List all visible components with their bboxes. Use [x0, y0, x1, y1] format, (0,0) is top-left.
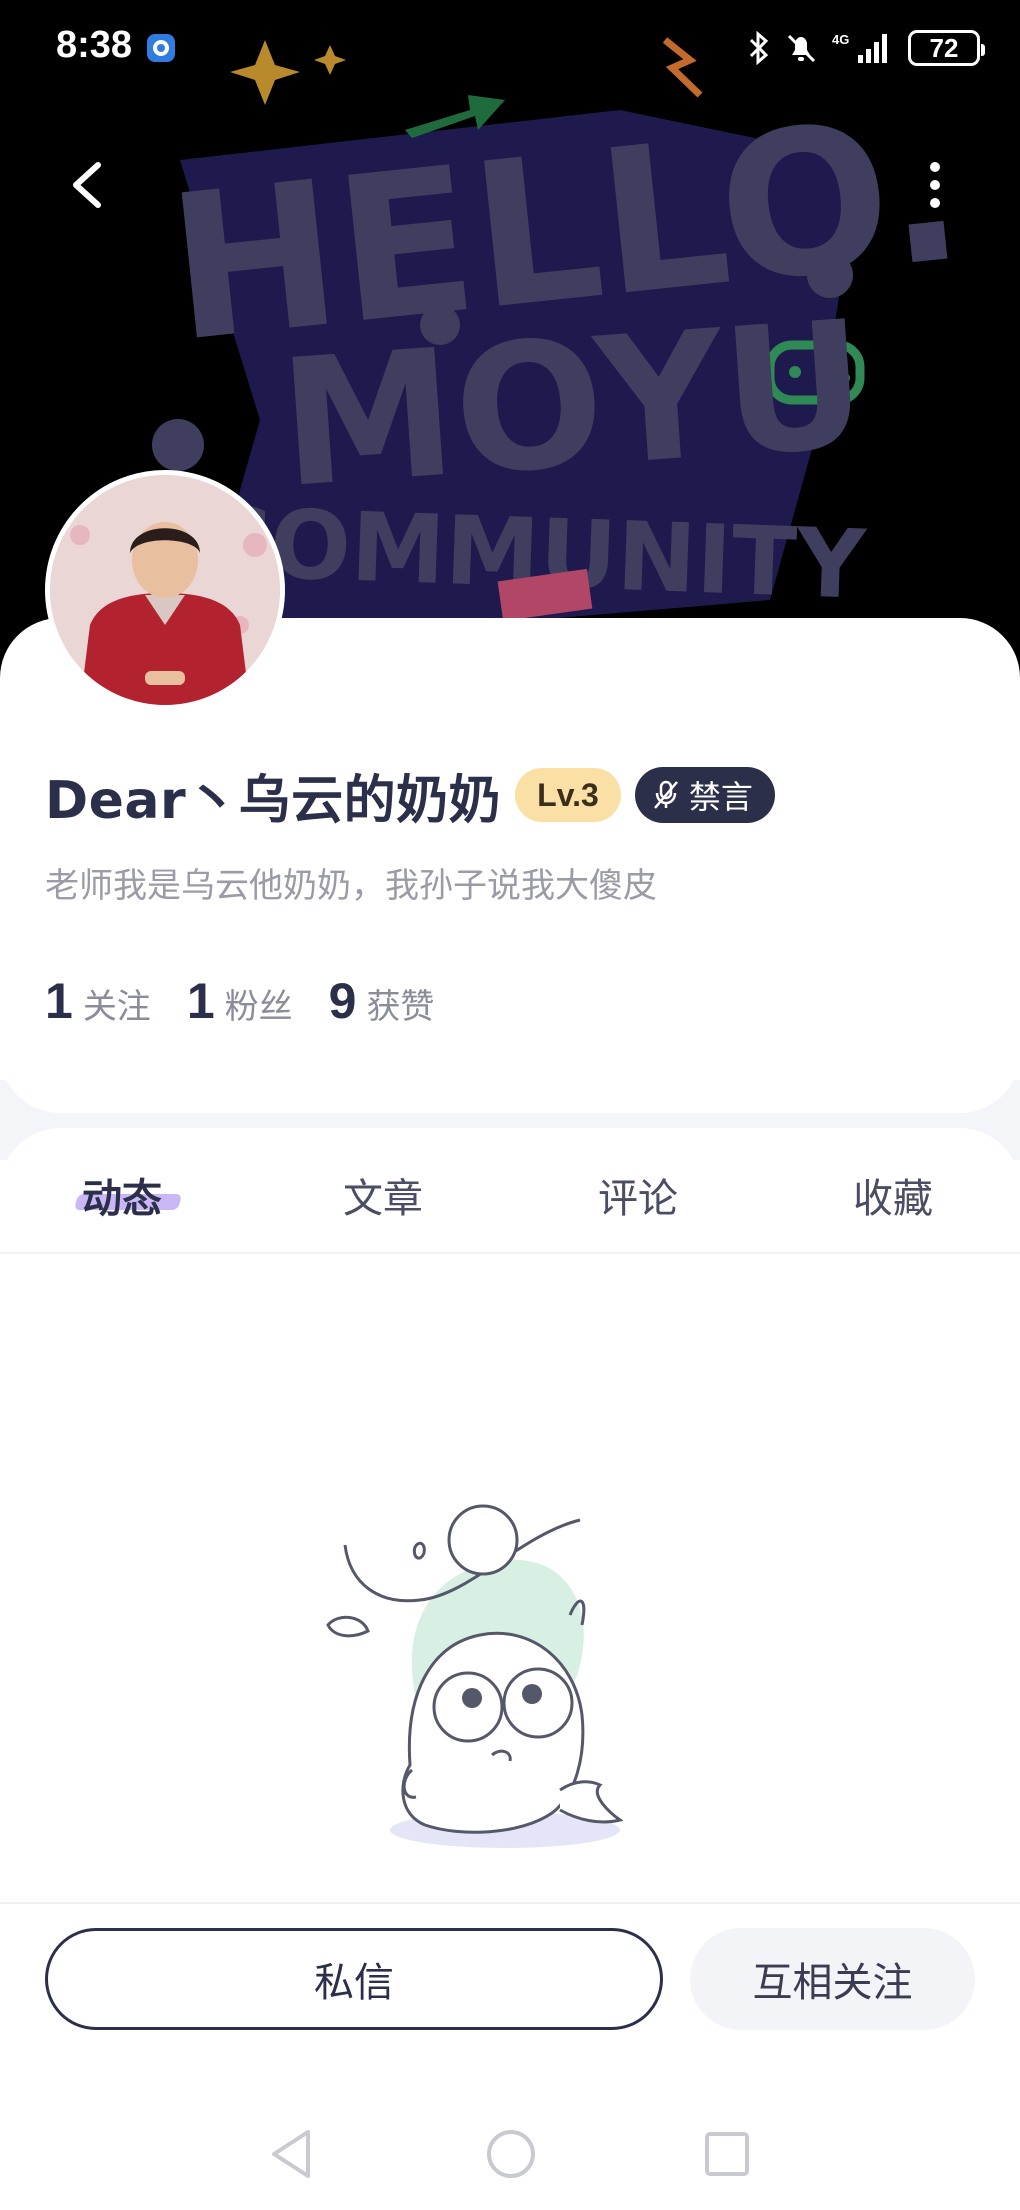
- stat-number: 1: [45, 973, 73, 1029]
- stat-number: 9: [328, 973, 357, 1029]
- more-options-icon[interactable]: [915, 155, 955, 215]
- profile-stats: 1 关注 1 粉丝 9 获赞: [45, 972, 470, 1030]
- mute-mic-icon: [653, 780, 678, 809]
- profile-tabs: 动态 文章 评论 收藏: [0, 1128, 1020, 1254]
- tab-favorites[interactable]: 收藏: [853, 1166, 933, 1224]
- tab-posts[interactable]: 动态: [82, 1166, 162, 1224]
- stat-number: 1: [186, 973, 215, 1029]
- mute-notification-icon: [787, 34, 816, 63]
- back-button[interactable]: [60, 155, 110, 215]
- message-button[interactable]: 私信: [45, 1928, 663, 2030]
- system-home-icon[interactable]: [486, 2128, 536, 2180]
- signal-icon: 4G: [832, 32, 887, 63]
- status-bar: 8:38 4G 72: [0, 0, 1020, 96]
- battery-level: 72: [929, 32, 959, 63]
- stat-label: 粉丝: [224, 987, 293, 1027]
- avatar[interactable]: [45, 470, 285, 710]
- tab-comments[interactable]: 评论: [598, 1166, 678, 1224]
- status-time: 8:38: [56, 24, 133, 66]
- battery-indicator: 72: [908, 30, 985, 66]
- stat-label: 获赞: [366, 987, 435, 1027]
- stat-label: 关注: [82, 987, 151, 1027]
- status-icons: 4G 72: [748, 28, 985, 68]
- bluetooth-icon: [749, 31, 769, 65]
- mute-label: 禁言: [688, 778, 753, 816]
- svg-text:MOYU: MOYU: [274, 284, 872, 527]
- mute-status-badge: 禁言: [634, 767, 775, 823]
- level-badge: Lv.3: [515, 768, 621, 822]
- svg-text:4G: 4G: [832, 32, 849, 47]
- avatar-image: [50, 475, 280, 705]
- name-row: Dear丶乌云的奶奶 Lv.3 禁言: [45, 760, 775, 831]
- username: Dear丶乌云的奶奶: [45, 770, 502, 831]
- empty-state-fish-illustration: [326, 1504, 624, 1848]
- system-recent-apps-icon[interactable]: [704, 2131, 750, 2177]
- stat-followers[interactable]: 1 粉丝: [187, 972, 293, 1030]
- bio: 老师我是乌云他奶奶，我孙子说我大傻皮: [45, 866, 657, 906]
- mutual-follow-button[interactable]: 互相关注: [690, 1928, 975, 2030]
- app-notification-icon: [147, 34, 175, 62]
- stat-following[interactable]: 1 关注: [45, 972, 151, 1030]
- stat-likes: 9 获赞: [329, 972, 435, 1030]
- system-back-icon[interactable]: [268, 2128, 316, 2180]
- tab-articles[interactable]: 文章: [343, 1166, 423, 1224]
